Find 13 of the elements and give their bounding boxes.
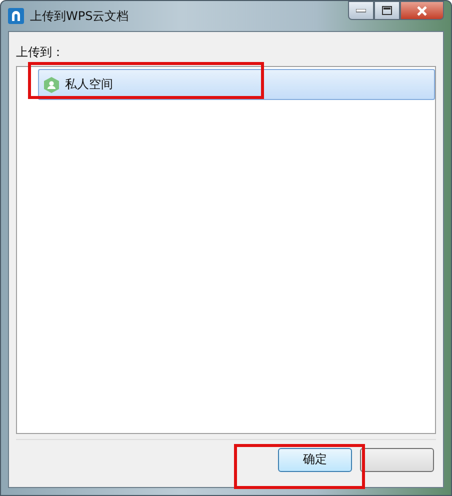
minimize-icon (356, 8, 366, 12)
dialog-button[interactable] (360, 448, 434, 472)
cloud-app-icon (8, 8, 24, 24)
user-icon (44, 76, 59, 92)
upload-to-label: 上传到： (16, 44, 65, 61)
close-icon (416, 6, 428, 16)
close-button[interactable] (400, 1, 444, 20)
confirm-button[interactable]: 确定 (278, 448, 352, 472)
maximize-icon (382, 6, 392, 15)
minimize-button[interactable] (348, 1, 374, 20)
destination-item[interactable]: 私人空间 (38, 69, 435, 100)
maximize-button[interactable] (374, 1, 400, 20)
window-title: 上传到WPS云文档 (30, 8, 129, 24)
